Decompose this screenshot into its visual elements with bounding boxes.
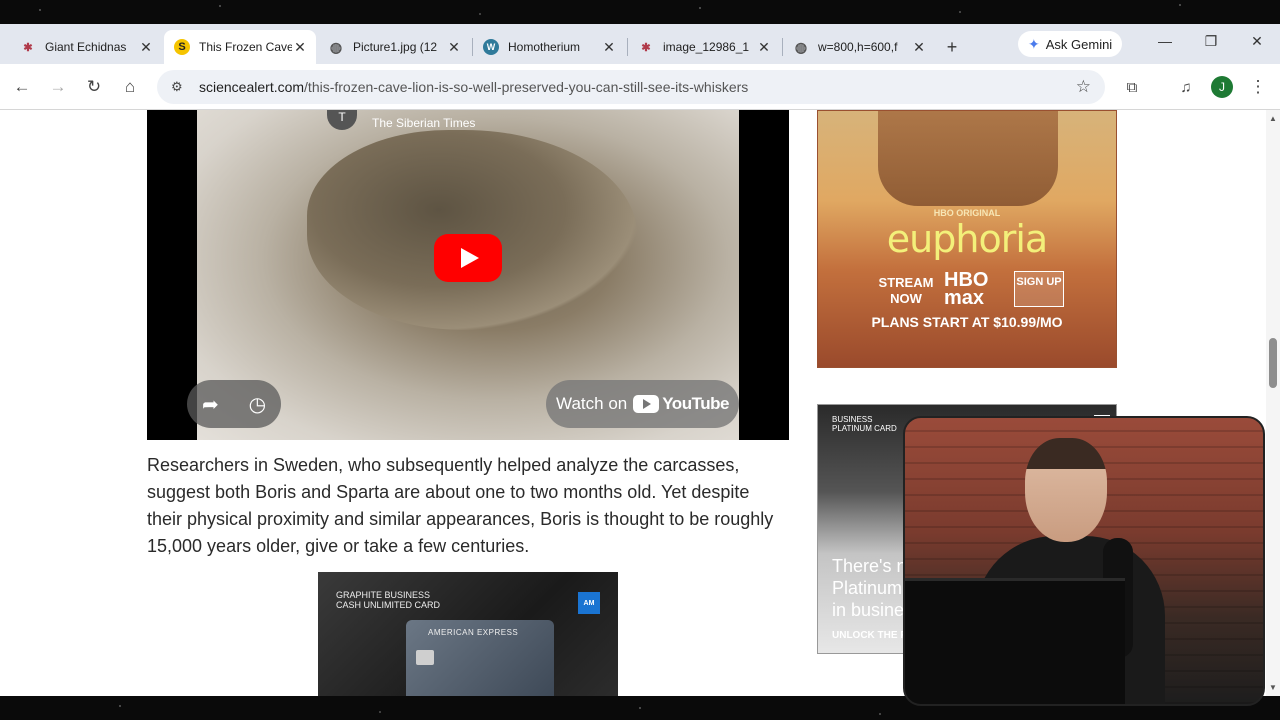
amex-graphite-ad[interactable]: GRAPHITE BUSINESS CASH UNLIMITED CARD AM… [318, 572, 618, 696]
site-star-icon: ✱ [23, 41, 33, 54]
gemini-sparkle-icon: ✦ [1028, 35, 1040, 52]
sign-up-button[interactable]: SIGN UP [1014, 271, 1064, 307]
ad-label: GRAPHITE BUSINESS CASH UNLIMITED CARD [336, 590, 440, 610]
globe-icon: ◍ [794, 38, 808, 55]
ad-label-line: GRAPHITE BUSINESS [336, 590, 431, 600]
sciencealert-icon: S [174, 39, 190, 55]
tab-title: This Frozen Cave [199, 40, 292, 54]
search-tabs-icon[interactable]: ⧉ [1114, 69, 1150, 105]
stream-now-text: STREAM NOW [878, 275, 934, 306]
webcam-overlay [903, 416, 1265, 706]
scroll-up-arrow-icon[interactable]: ▲ [1269, 114, 1277, 123]
reload-icon[interactable]: ↻ [76, 69, 112, 105]
close-icon[interactable]: ✕ [756, 39, 772, 56]
tab-title: w=800,h=600,f [818, 40, 898, 54]
home-icon[interactable]: ⌂ [112, 69, 148, 105]
new-tab-button[interactable]: + [937, 30, 967, 64]
channel-name[interactable]: The Siberian Times [372, 116, 475, 130]
tab-title: image_12986_1 [663, 40, 750, 54]
close-icon[interactable]: ✕ [292, 39, 308, 56]
scroll-down-arrow-icon[interactable]: ▼ [1269, 683, 1277, 692]
youtube-embed[interactable]: T The Siberian Times ➦ ◷ Watch on YouTub… [147, 110, 789, 440]
browser-toolbar: ← → ↻ ⌂ ⚙ sciencealert.com/this-frozen-c… [0, 64, 1280, 110]
url-path: /this-frozen-cave-lion-is-so-well-preser… [304, 79, 749, 95]
ask-gemini-button[interactable]: ✦ Ask Gemini [1018, 31, 1123, 57]
tab-giant-echidnas[interactable]: ✱ Giant Echidnas ✕ [10, 30, 162, 64]
video-share-watchlater: ➦ ◷ [187, 380, 281, 428]
card-brand-text: AMERICAN EXPRESS [428, 628, 519, 637]
tab-image-12986[interactable]: ✱ image_12986_1 ✕ [628, 30, 780, 64]
tab-picture1[interactable]: ◍ Picture1.jpg (12 ✕ [318, 30, 470, 64]
scrollbar-thumb[interactable] [1269, 338, 1277, 388]
globe-icon: ◍ [329, 38, 343, 55]
forward-arrow-icon[interactable]: → [40, 69, 76, 105]
euphoria-hbo-ad[interactable]: HBO ORIGINAL euphoria STREAM NOW HBO max… [817, 110, 1117, 368]
close-icon[interactable]: ✕ [446, 39, 462, 56]
ad-headline-line: in busines [832, 600, 914, 620]
watch-on-youtube-button[interactable]: Watch on YouTube [546, 380, 739, 428]
ad-label-line: BUSINESS [832, 415, 873, 424]
page-scrollbar[interactable]: ▲ ▼ [1266, 110, 1280, 696]
close-icon[interactable]: ✕ [138, 39, 154, 56]
address-bar[interactable]: ⚙ sciencealert.com/this-frozen-cave-lion… [157, 70, 1105, 104]
site-info-icon[interactable]: ⚙ [171, 79, 191, 95]
ad-headline: There's n Platinum in busines [832, 555, 913, 621]
profile-avatar[interactable]: J [1211, 76, 1233, 98]
tab-this-frozen-cave[interactable]: S This Frozen Cave ✕ [164, 30, 316, 64]
ad-headline-line: Platinum [832, 578, 903, 598]
euphoria-title: euphoria [886, 217, 1048, 261]
wiki-icon: W [483, 39, 499, 55]
ad-label-line: CASH UNLIMITED CARD [336, 600, 441, 610]
cast-photo [878, 111, 1058, 206]
menu-kebab-icon[interactable]: ⋮ [1240, 69, 1276, 105]
ad-cta-link[interactable]: UNLOCK THE P [832, 630, 907, 641]
media-controls-icon[interactable]: ♫ [1168, 69, 1204, 105]
tab-title: Giant Echidnas [45, 40, 127, 54]
window-close-button[interactable]: ✕ [1242, 33, 1272, 50]
amex-logo-icon: AM [578, 592, 600, 614]
bookmark-star-icon[interactable]: ☆ [1076, 77, 1091, 97]
tab-strip: ✱ Giant Echidnas ✕ S This Frozen Cave ✕ … [0, 24, 1280, 64]
close-icon[interactable]: ✕ [911, 39, 927, 56]
clock-icon[interactable]: ◷ [249, 392, 266, 417]
avatar: J [1211, 76, 1233, 98]
plans-price-text: PLANS START AT $10.99/MO [871, 314, 1063, 330]
tab-homotherium[interactable]: W Homotherium ✕ [473, 30, 625, 64]
ask-gemini-label: Ask Gemini [1045, 36, 1113, 52]
ad-headline-line: There's n [832, 556, 907, 576]
credit-card-image: AMERICAN EXPRESS [406, 620, 554, 696]
ad-label-line: PLATINUM CARD [832, 424, 897, 433]
article-paragraph: Researchers in Sweden, who subsequently … [147, 455, 774, 556]
card-chip-icon [416, 650, 434, 665]
youtube-logo: YouTube [633, 394, 729, 414]
youtube-wordmark: YouTube [662, 394, 729, 413]
share-icon[interactable]: ➦ [202, 392, 219, 417]
cave-lion-cub-image [307, 130, 637, 330]
watch-on-label: Watch on [556, 394, 628, 413]
streamer-head [1025, 438, 1107, 542]
tab-w800[interactable]: ◍ w=800,h=600,f ✕ [783, 30, 935, 64]
tab-title: Picture1.jpg (12 [353, 40, 438, 54]
url-host: sciencealert.com [199, 79, 305, 95]
site-star-icon: ✱ [641, 41, 651, 54]
ad-label: BUSINESS PLATINUM CARD [832, 415, 897, 433]
close-icon[interactable]: ✕ [601, 39, 617, 56]
youtube-play-icon [633, 395, 660, 413]
tab-title: Homotherium [508, 40, 581, 54]
play-button[interactable] [434, 234, 502, 282]
monitor-foreground [905, 578, 1125, 704]
minimize-button[interactable]: — [1150, 33, 1180, 49]
hbomax-logo: HBO max [944, 269, 989, 309]
restore-button[interactable]: ❐ [1196, 33, 1226, 50]
back-arrow-icon[interactable]: ← [4, 69, 40, 105]
